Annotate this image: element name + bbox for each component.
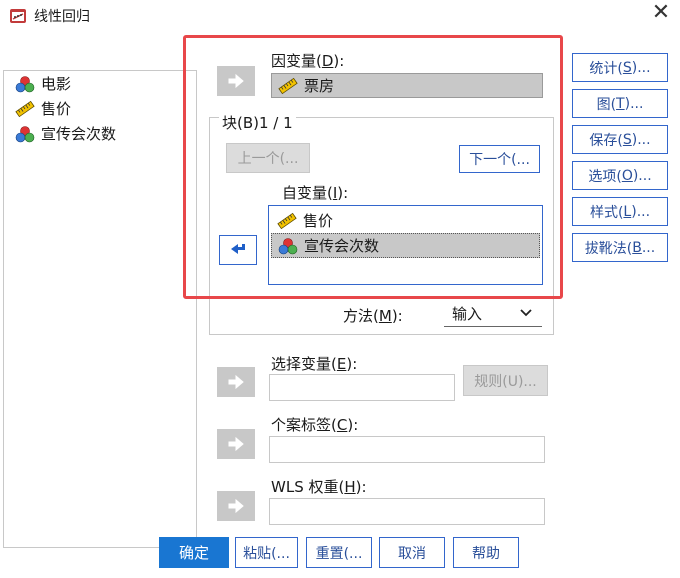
selection-field[interactable] (269, 374, 455, 401)
method-select[interactable]: 输入 (444, 301, 542, 327)
variable-name: 电影 (41, 75, 72, 93)
list-item[interactable]: 售价 (4, 96, 196, 121)
next-block-button[interactable]: 下一个(... (459, 145, 540, 173)
style-button[interactable]: 样式(L)... (572, 197, 668, 226)
window-title: 线性回归 (34, 9, 90, 25)
paste-button[interactable]: 粘贴(... (235, 537, 298, 568)
close-icon[interactable]: ✕ (650, 2, 672, 24)
dependent-value: 票房 (304, 77, 335, 95)
wls-weight-label: WLS 权重(H): (271, 478, 367, 496)
nominal-variable-icon (278, 237, 298, 255)
scale-variable-icon (277, 212, 297, 230)
chevron-down-icon (520, 309, 532, 317)
case-label-label: 个案标签(C): (271, 416, 359, 434)
list-item-selected[interactable]: 宣传会次数 (271, 233, 540, 258)
ok-button[interactable]: 确定 (159, 537, 229, 568)
options-button[interactable]: 选项(O)... (572, 161, 668, 190)
variable-name: 宣传会次数 (304, 237, 380, 255)
list-item[interactable]: 电影 (4, 71, 196, 96)
variable-name: 售价 (303, 212, 334, 230)
wls-weight-field[interactable] (269, 498, 545, 525)
nominal-variable-icon (15, 75, 35, 93)
method-value: 输入 (452, 305, 483, 323)
bootstrap-button[interactable]: 拔靴法(B... (572, 233, 668, 262)
nominal-variable-icon (15, 125, 35, 143)
block-label: 块(B)1 / 1 (219, 112, 296, 133)
help-button[interactable]: 帮助 (453, 537, 519, 568)
dependent-label: 因变量(D): (271, 52, 345, 70)
list-item[interactable]: 宣传会次数 (4, 121, 196, 146)
independent-list[interactable]: 售价 宣传会次数 (268, 205, 543, 285)
plots-button[interactable]: 图(T)... (572, 89, 668, 118)
move-to-case-label-button[interactable] (217, 429, 255, 459)
move-to-wls-button[interactable] (217, 491, 255, 521)
arrow-right-icon (228, 437, 244, 451)
app-icon (9, 6, 27, 24)
move-from-independent-button[interactable] (219, 235, 257, 265)
dependent-field[interactable]: 票房 (271, 73, 543, 98)
arrow-right-icon (228, 74, 244, 88)
variable-name: 售价 (41, 100, 72, 118)
previous-block-button[interactable]: 上一个(... (226, 143, 310, 173)
arrow-right-icon (228, 375, 244, 389)
variable-name: 宣传会次数 (41, 125, 117, 143)
reset-button[interactable]: 重置(... (306, 537, 372, 568)
save-button[interactable]: 保存(S)... (572, 125, 668, 154)
scale-variable-icon (278, 77, 298, 95)
move-to-dependent-button[interactable] (217, 66, 255, 96)
cancel-button[interactable]: 取消 (379, 537, 445, 568)
rule-button[interactable]: 规则(U)... (463, 365, 548, 396)
independent-label: 自变量(I): (282, 184, 349, 202)
method-label: 方法(M): (343, 307, 403, 325)
statistics-button[interactable]: 统计(S)... (572, 53, 668, 82)
case-label-field[interactable] (269, 436, 545, 463)
list-item[interactable]: 售价 (271, 208, 540, 233)
arrow-left-icon (230, 243, 246, 257)
move-to-selection-button[interactable] (217, 367, 255, 397)
selection-label: 选择变量(E): (271, 355, 358, 373)
arrow-right-icon (228, 499, 244, 513)
source-variable-list[interactable]: 电影 售价 宣传会次数 (3, 70, 197, 548)
scale-variable-icon (15, 100, 35, 118)
